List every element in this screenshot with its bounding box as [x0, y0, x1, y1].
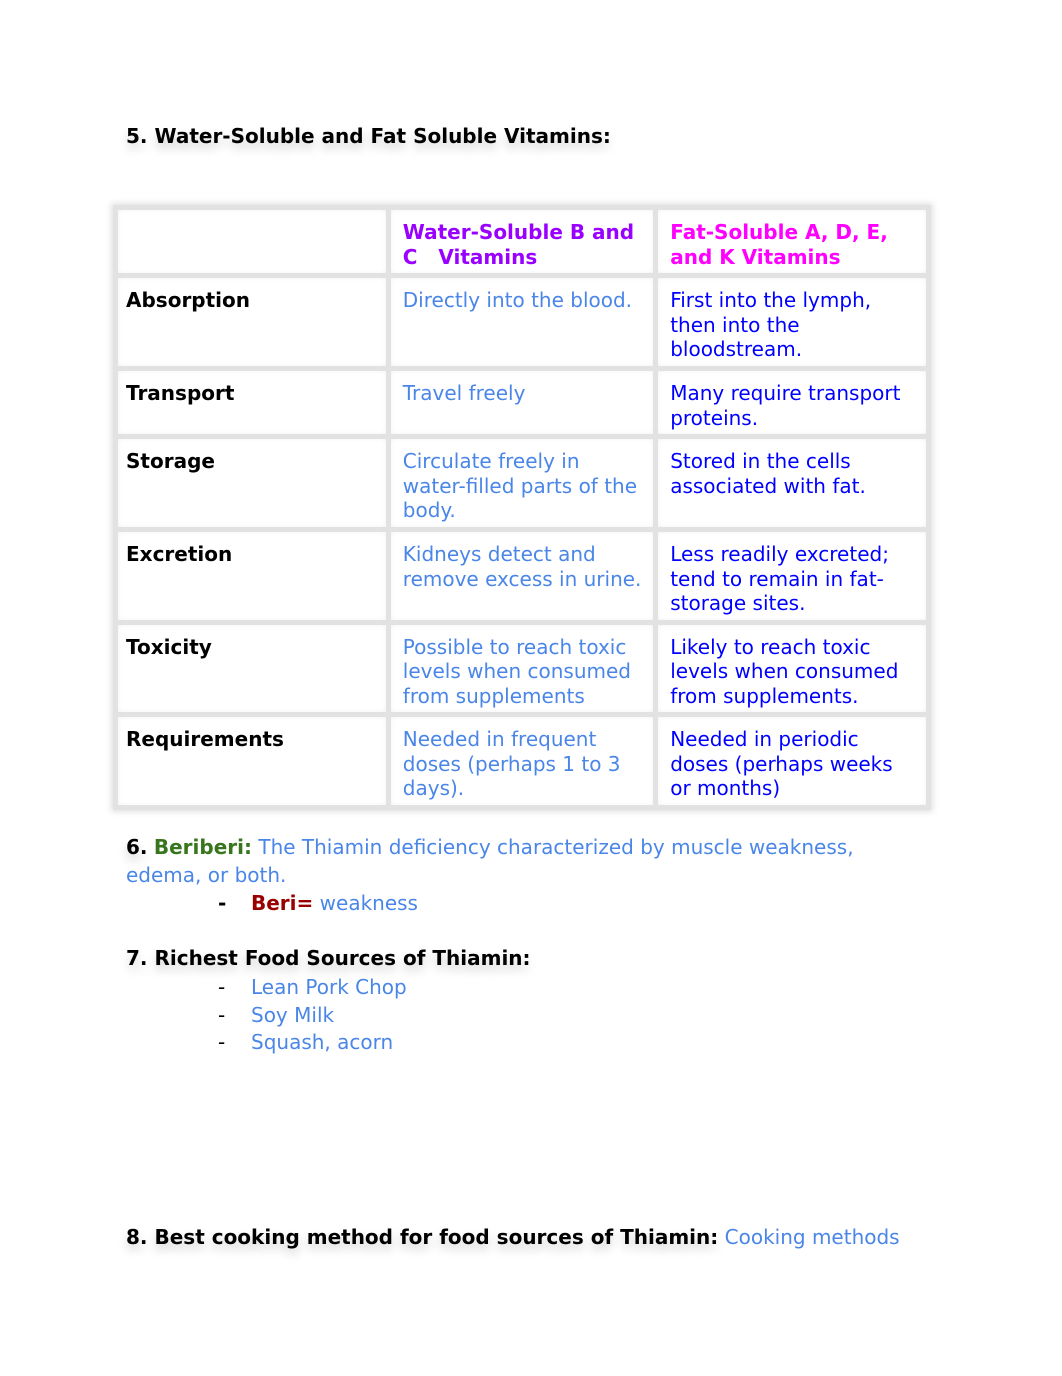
- fat-soluble-cell: Needed in periodic doses (perhaps weeks …: [653, 712, 931, 810]
- beri-term: Beri=: [251, 891, 314, 915]
- water-soluble-cell: Needed in frequent doses (perhaps 1 to 3…: [385, 712, 659, 810]
- food-source: Squash, acorn: [251, 1030, 394, 1054]
- list-item: - Soy Milk: [218, 1002, 407, 1030]
- row-label: Toxicity: [113, 619, 391, 717]
- row-label: Absorption: [113, 273, 391, 371]
- section-8-cooking: 8. Best cooking method for food sources …: [126, 1225, 900, 1249]
- beriberi-term: Beriberi:: [153, 835, 252, 859]
- fat-soluble-cell: First into the lymph, then into the bloo…: [653, 273, 931, 371]
- table-header-row: Water-Soluble B and C Vitamins Fat-Solub…: [113, 205, 931, 278]
- vitamins-comparison-table: Water-Soluble B and C Vitamins Fat-Solub…: [113, 205, 931, 810]
- table-row: Requirements Needed in frequent doses (p…: [113, 712, 931, 810]
- food-source: Soy Milk: [251, 1002, 335, 1027]
- row-label: Excretion: [113, 527, 391, 625]
- beri-bullet: - Beri= weakness: [218, 890, 418, 916]
- table-row: Excretion Kidneys detect and remove exce…: [113, 527, 931, 625]
- water-soluble-cell: Directly into the blood.: [385, 273, 659, 371]
- table-row: Storage Circulate freely in water-filled…: [113, 434, 931, 532]
- list-item: - Squash, acorn: [218, 1029, 407, 1057]
- water-soluble-cell: Travel freely: [385, 366, 659, 439]
- food-source: Lean Pork Chop: [251, 975, 407, 999]
- fat-soluble-cell: Many require transport proteins.: [653, 366, 931, 439]
- water-soluble-cell: Kidneys detect and remove excess in urin…: [385, 527, 659, 625]
- section-5-title: 5. Water-Soluble and Fat Soluble Vitamin…: [126, 124, 611, 148]
- bullet-dash: -: [218, 1002, 226, 1027]
- table-row: Absorption Directly into the blood. Firs…: [113, 273, 931, 371]
- table-row: Transport Travel freely Many require tra…: [113, 366, 931, 439]
- section-7-title: 7. Richest Food Sources of Thiamin:: [126, 946, 531, 970]
- water-soluble-cell: Possible to reach toxic levels when cons…: [385, 619, 659, 717]
- row-label: Requirements: [113, 712, 391, 810]
- water-soluble-cell: Circulate freely in water-filled parts o…: [385, 434, 659, 532]
- section-8-title: 8. Best cooking method for food sources …: [126, 1225, 719, 1249]
- header-empty-cell: [113, 205, 391, 278]
- fat-soluble-cell: Stored in the cells associated with fat.: [653, 434, 931, 532]
- fat-soluble-cell: Likely to reach toxic levels when consum…: [653, 619, 931, 717]
- header-water-soluble: Water-Soluble B and C Vitamins: [385, 205, 659, 278]
- section-6-number: 6.: [126, 835, 148, 859]
- fat-soluble-cell: Less readily excreted; tend to remain in…: [653, 527, 931, 625]
- row-label: Storage: [113, 434, 391, 532]
- row-label: Transport: [113, 366, 391, 439]
- bullet-dash: -: [218, 1030, 226, 1054]
- header-fat-soluble: Fat-Soluble A, D, E, and K Vitamins: [653, 205, 931, 278]
- section-6-beriberi: 6. Beriberi: The Thiamin deficiency char…: [126, 833, 926, 889]
- bullet-dash: -: [218, 975, 226, 999]
- beri-meaning: weakness: [319, 891, 418, 915]
- bullet-dash: -: [218, 891, 227, 915]
- table-row: Toxicity Possible to reach toxic levels …: [113, 619, 931, 717]
- section-8-answer: Cooking methods: [724, 1225, 900, 1249]
- thiamin-food-sources-list: - Lean Pork Chop - Soy Milk - Squash, acorn: [218, 974, 407, 1057]
- list-item: - Lean Pork Chop: [218, 974, 407, 1002]
